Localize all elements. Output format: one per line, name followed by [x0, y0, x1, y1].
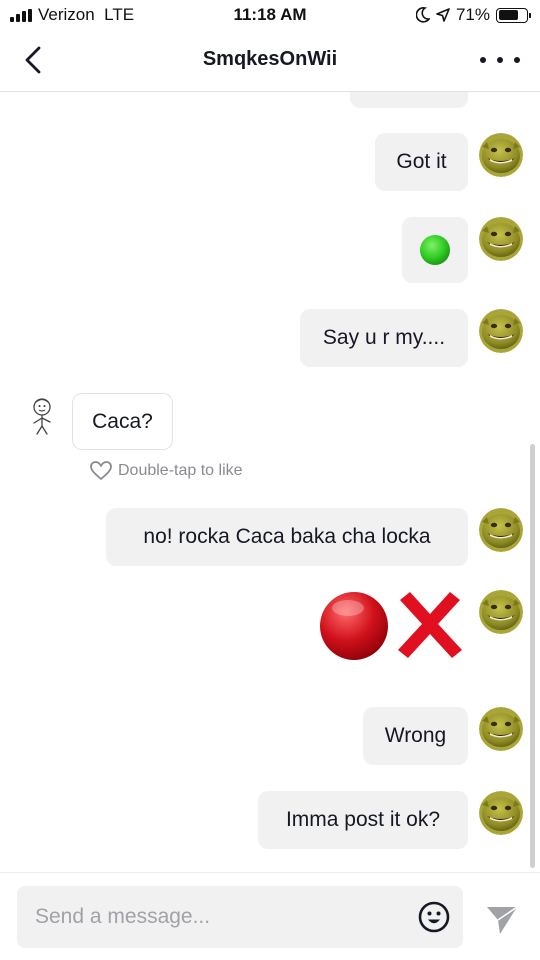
moon-icon [415, 7, 430, 23]
message-bubble[interactable] [350, 92, 468, 108]
battery-icon [496, 7, 531, 23]
red-circle-emoji [320, 592, 388, 660]
message-bubble[interactable]: Caca? [72, 393, 173, 450]
send-icon[interactable] [485, 904, 519, 936]
more-dots-icon[interactable] [480, 48, 520, 72]
message-text: Imma post it ok? [285, 808, 441, 831]
status-bar: Verizon LTE 11:18 AM 71% [0, 0, 540, 30]
shrek-avatar[interactable] [479, 309, 523, 353]
message-bubble[interactable]: Say u r my.... [300, 309, 468, 367]
scrollbar[interactable] [530, 444, 535, 868]
emoji-message[interactable] [318, 590, 468, 664]
message-text: Caca? [92, 409, 153, 433]
message-text: Got it [396, 150, 447, 173]
message-text: Say u r my.... [322, 326, 446, 349]
chat-header: SmqkesOnWii [0, 30, 540, 92]
double-tap-like-hint[interactable]: Double-tap to like [90, 461, 243, 481]
shrek-avatar[interactable] [479, 133, 523, 177]
message-input-box[interactable] [17, 886, 463, 948]
like-hint-text: Double-tap to like [118, 462, 243, 479]
status-right-group: 71% [415, 5, 531, 25]
message-text: no! rocka Caca baka cha locka [143, 525, 431, 548]
message-bubble[interactable]: Wrong [363, 707, 468, 765]
cross-mark-emoji [398, 592, 462, 658]
message-list[interactable]: Got it Say u r my.... Caca? Double-tap t… [0, 92, 540, 872]
message-text: Wrong [384, 724, 447, 747]
heart-outline-icon [90, 461, 112, 480]
shrek-avatar[interactable] [479, 590, 523, 634]
battery-percent: 71% [455, 5, 490, 24]
shrek-avatar[interactable] [479, 791, 523, 835]
chat-title: SmqkesOnWii [202, 48, 338, 70]
green-circle-emoji [420, 235, 450, 265]
message-bubble[interactable]: Got it [375, 133, 468, 191]
shrek-avatar[interactable] [479, 217, 523, 261]
battery-fill [498, 10, 518, 20]
message-bubble[interactable]: Imma post it ok? [258, 791, 468, 849]
shrek-avatar[interactable] [479, 508, 523, 552]
message-composer [0, 872, 540, 960]
message-input[interactable] [35, 900, 415, 934]
location-arrow-icon [436, 8, 450, 22]
shrek-avatar[interactable] [479, 707, 523, 751]
smiley-icon[interactable] [417, 900, 451, 934]
message-bubble[interactable] [402, 217, 468, 283]
contact-avatar[interactable] [26, 396, 58, 436]
message-bubble[interactable]: no! rocka Caca baka cha locka [106, 508, 468, 566]
